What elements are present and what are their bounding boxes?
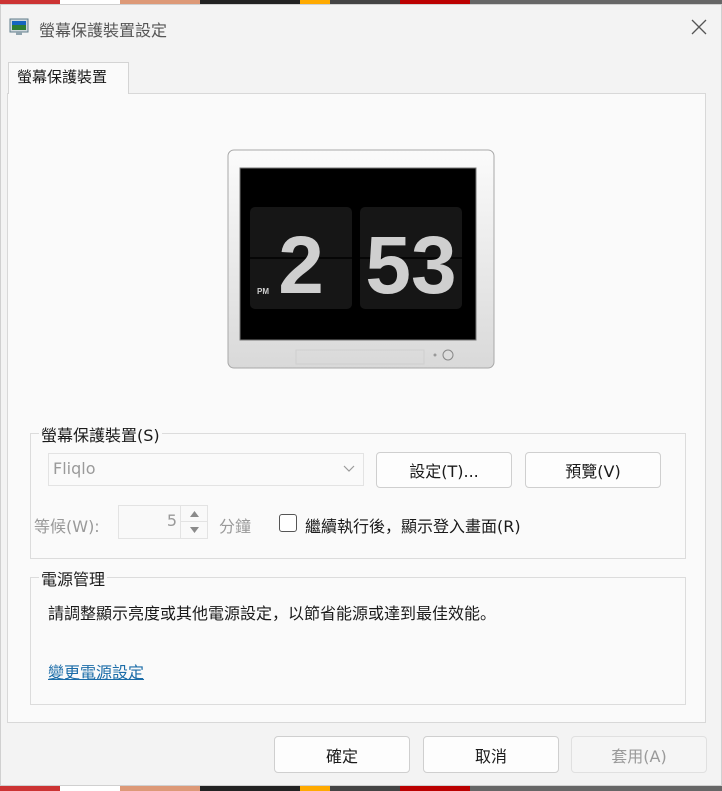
clock-hour: 2 bbox=[278, 220, 324, 311]
settings-button[interactable]: 設定(T)... bbox=[376, 452, 512, 488]
monitor-preview: 2 53 PM bbox=[227, 149, 495, 369]
screensaver-group-label: 螢幕保護裝置(S) bbox=[39, 422, 162, 446]
screensaver-select[interactable]: Fliqlo bbox=[48, 453, 364, 486]
wait-label: 等候(W): bbox=[34, 517, 100, 536]
power-group: 電源管理 bbox=[30, 566, 686, 705]
cancel-button[interactable]: 取消 bbox=[423, 736, 559, 773]
chevron-down-icon bbox=[343, 465, 355, 472]
tab-panel: 2 53 PM 螢幕保護裝置(S) Fliqlo 設定(T)... 預覽(V) … bbox=[7, 93, 706, 723]
decrement-button[interactable] bbox=[181, 522, 207, 537]
resume-login-label[interactable]: 繼續執行後，顯示登入畫面(R) bbox=[305, 513, 521, 537]
title-bar: 螢幕保護裝置設定 bbox=[1, 5, 721, 49]
preview-button[interactable]: 預覽(V) bbox=[525, 452, 661, 488]
close-button[interactable] bbox=[677, 5, 721, 49]
chevron-down-icon bbox=[189, 526, 199, 533]
chevron-up-icon bbox=[189, 510, 199, 517]
ok-button[interactable]: 確定 bbox=[274, 736, 410, 773]
change-power-settings-link[interactable]: 變更電源設定 bbox=[48, 659, 144, 683]
window-title: 螢幕保護裝置設定 bbox=[39, 21, 168, 40]
wait-minutes-value: 5 bbox=[166, 511, 177, 530]
power-group-label: 電源管理 bbox=[39, 566, 108, 590]
screensaver-settings-dialog: 螢幕保護裝置設定 螢幕保護裝置 2 53 PM 螢幕保護裝置(S) Fliqlo… bbox=[0, 4, 722, 786]
screensaver-select-value: Fliqlo bbox=[53, 459, 96, 478]
power-led-icon bbox=[442, 349, 454, 361]
wait-minutes-stepper[interactable]: 5 bbox=[118, 505, 208, 539]
display-settings-icon bbox=[9, 18, 29, 35]
resume-login-checkbox[interactable] bbox=[279, 514, 297, 532]
close-icon bbox=[691, 19, 707, 35]
clock-ampm: PM bbox=[257, 287, 269, 296]
minutes-label: 分鐘 bbox=[219, 517, 252, 536]
power-description: 請調整顯示亮度或其他電源設定，以節省能源或達到最佳效能。 bbox=[48, 604, 497, 623]
tab-screensaver[interactable]: 螢幕保護裝置 bbox=[8, 62, 129, 94]
apply-button[interactable]: 套用(A) bbox=[571, 736, 707, 773]
increment-button[interactable] bbox=[181, 506, 207, 522]
clock-minutes: 53 bbox=[365, 220, 456, 311]
